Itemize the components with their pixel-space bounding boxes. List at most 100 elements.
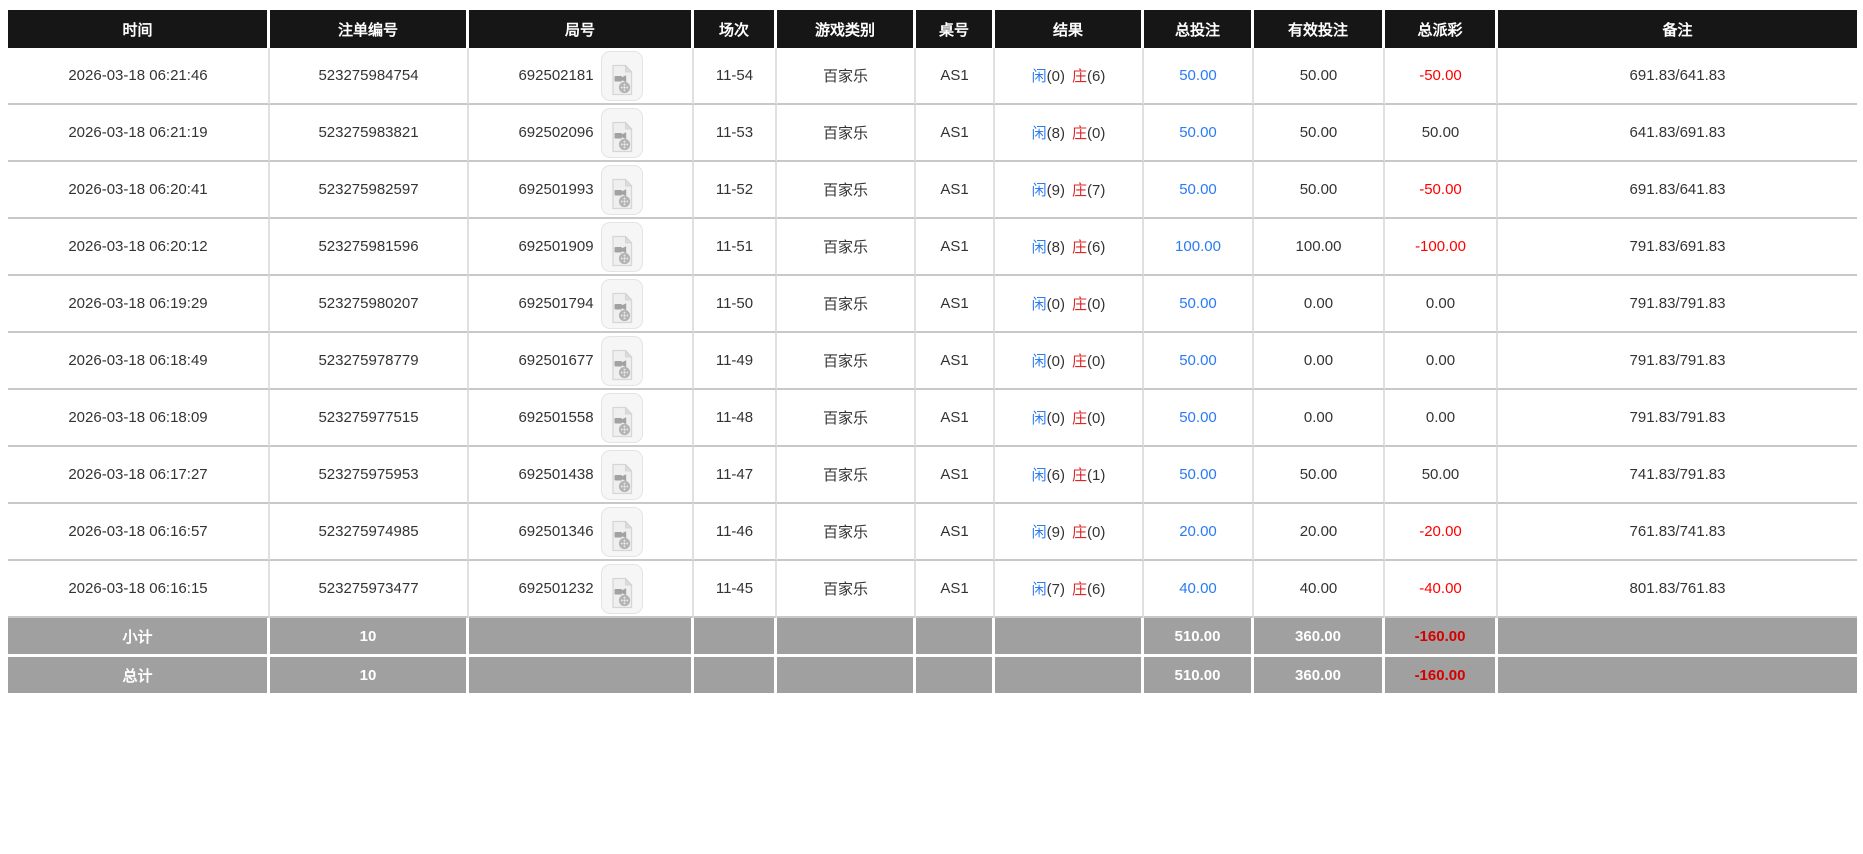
cell-total-bet: 100.00 — [1144, 219, 1254, 276]
total-empty-cell — [916, 657, 995, 696]
cell-bet-no: 523275973477 — [270, 561, 469, 618]
subtotal-empty-cell — [916, 618, 995, 657]
cell-result: 闲(7) 庄(6) — [995, 561, 1144, 618]
col-header-total-bet: 总投注 — [1144, 10, 1254, 48]
cell-game-type: 百家乐 — [777, 105, 916, 162]
cell-payout: -50.00 — [1385, 48, 1498, 105]
total-empty-cell — [469, 657, 694, 696]
col-header-game-type: 游戏类别 — [777, 10, 916, 48]
banker-result-label: 庄 — [1072, 68, 1088, 85]
cell-bet-no: 523275982597 — [270, 162, 469, 219]
round-no-text: 692501346 — [518, 523, 594, 540]
banker-result-label: 庄 — [1072, 125, 1088, 142]
cell-round-no: 692501558 — [469, 390, 694, 447]
cell-table-no: AS1 — [916, 333, 995, 390]
cell-time: 2026-03-18 06:18:49 — [8, 333, 270, 390]
video-file-icon[interactable] — [600, 392, 643, 443]
cell-session: 11-46 — [694, 504, 777, 561]
total-total-bet: 510.00 — [1144, 657, 1254, 696]
cell-bet-no: 523275975953 — [270, 447, 469, 504]
banker-result-value: (0) — [1087, 524, 1106, 541]
cell-total-bet: 50.00 — [1144, 162, 1254, 219]
total-empty-cell — [777, 657, 916, 696]
player-result-value: (0) — [1046, 410, 1065, 427]
cell-round-no: 692501232 — [469, 561, 694, 618]
video-file-icon[interactable] — [600, 506, 643, 557]
cell-session: 11-49 — [694, 333, 777, 390]
total-payout: -160.00 — [1385, 657, 1498, 696]
cell-result: 闲(9) 庄(7) — [995, 162, 1144, 219]
cell-round-no: 692501794 — [469, 276, 694, 333]
round-no-text: 692501558 — [518, 409, 594, 426]
cell-round-no: 692502096 — [469, 105, 694, 162]
table-row: 2026-03-18 06:20:12 523275981596 6925019… — [8, 219, 1857, 276]
cell-bet-no: 523275981596 — [270, 219, 469, 276]
cell-result: 闲(9) 庄(0) — [995, 504, 1144, 561]
cell-game-type: 百家乐 — [777, 219, 916, 276]
cell-time: 2026-03-18 06:20:41 — [8, 162, 270, 219]
round-no-text: 692502181 — [518, 67, 594, 84]
player-result-value: (0) — [1046, 353, 1065, 370]
cell-result: 闲(0) 庄(6) — [995, 48, 1144, 105]
cell-total-bet: 50.00 — [1144, 48, 1254, 105]
subtotal-empty-cell — [995, 618, 1144, 657]
cell-valid-bet: 40.00 — [1254, 561, 1385, 618]
cell-result: 闲(6) 庄(1) — [995, 447, 1144, 504]
cell-time: 2026-03-18 06:17:27 — [8, 447, 270, 504]
player-result-value: (0) — [1046, 296, 1065, 313]
cell-valid-bet: 100.00 — [1254, 219, 1385, 276]
player-result-label: 闲 — [1031, 125, 1047, 142]
cell-time: 2026-03-18 06:18:09 — [8, 390, 270, 447]
banker-result-value: (0) — [1087, 353, 1106, 370]
cell-session: 11-50 — [694, 276, 777, 333]
banker-result-label: 庄 — [1072, 581, 1088, 598]
cell-session: 11-45 — [694, 561, 777, 618]
video-file-icon[interactable] — [600, 107, 643, 158]
cell-game-type: 百家乐 — [777, 276, 916, 333]
cell-round-no: 692501346 — [469, 504, 694, 561]
cell-total-bet: 50.00 — [1144, 105, 1254, 162]
video-file-icon[interactable] — [600, 278, 643, 329]
cell-time: 2026-03-18 06:20:12 — [8, 219, 270, 276]
round-no-text: 692501993 — [518, 181, 594, 198]
cell-remark: 761.83/741.83 — [1498, 504, 1857, 561]
video-file-icon[interactable] — [600, 221, 643, 272]
round-no-text: 692501438 — [518, 466, 594, 483]
subtotal-count: 10 — [270, 618, 469, 657]
cell-bet-no: 523275977515 — [270, 390, 469, 447]
cell-table-no: AS1 — [916, 561, 995, 618]
cell-valid-bet: 50.00 — [1254, 105, 1385, 162]
table-row: 2026-03-18 06:19:29 523275980207 6925017… — [8, 276, 1857, 333]
player-result-label: 闲 — [1031, 239, 1047, 256]
cell-session: 11-52 — [694, 162, 777, 219]
video-file-icon[interactable] — [600, 50, 643, 101]
cell-total-bet: 50.00 — [1144, 333, 1254, 390]
cell-time: 2026-03-18 06:16:57 — [8, 504, 270, 561]
cell-session: 11-53 — [694, 105, 777, 162]
cell-game-type: 百家乐 — [777, 390, 916, 447]
video-file-icon[interactable] — [600, 563, 643, 614]
banker-result-value: (0) — [1087, 125, 1106, 142]
cell-table-no: AS1 — [916, 447, 995, 504]
player-result-label: 闲 — [1031, 581, 1047, 598]
cell-game-type: 百家乐 — [777, 333, 916, 390]
col-header-result: 结果 — [995, 10, 1144, 48]
cell-payout: -20.00 — [1385, 504, 1498, 561]
cell-bet-no: 523275983821 — [270, 105, 469, 162]
cell-result: 闲(8) 庄(0) — [995, 105, 1144, 162]
cell-table-no: AS1 — [916, 390, 995, 447]
table-footer: 小计 10 510.00 360.00 -160.00 总计 10 510.00… — [8, 618, 1857, 696]
cell-total-bet: 50.00 — [1144, 390, 1254, 447]
video-file-icon[interactable] — [600, 335, 643, 386]
cell-time: 2026-03-18 06:19:29 — [8, 276, 270, 333]
video-file-icon[interactable] — [600, 164, 643, 215]
col-header-bet-no: 注单编号 — [270, 10, 469, 48]
cell-result: 闲(0) 庄(0) — [995, 333, 1144, 390]
player-result-label: 闲 — [1031, 467, 1047, 484]
cell-bet-no: 523275980207 — [270, 276, 469, 333]
banker-result-label: 庄 — [1072, 239, 1088, 256]
round-no-text: 692501909 — [518, 238, 594, 255]
cell-valid-bet: 50.00 — [1254, 162, 1385, 219]
cell-remark: 641.83/691.83 — [1498, 105, 1857, 162]
video-file-icon[interactable] — [600, 449, 643, 500]
